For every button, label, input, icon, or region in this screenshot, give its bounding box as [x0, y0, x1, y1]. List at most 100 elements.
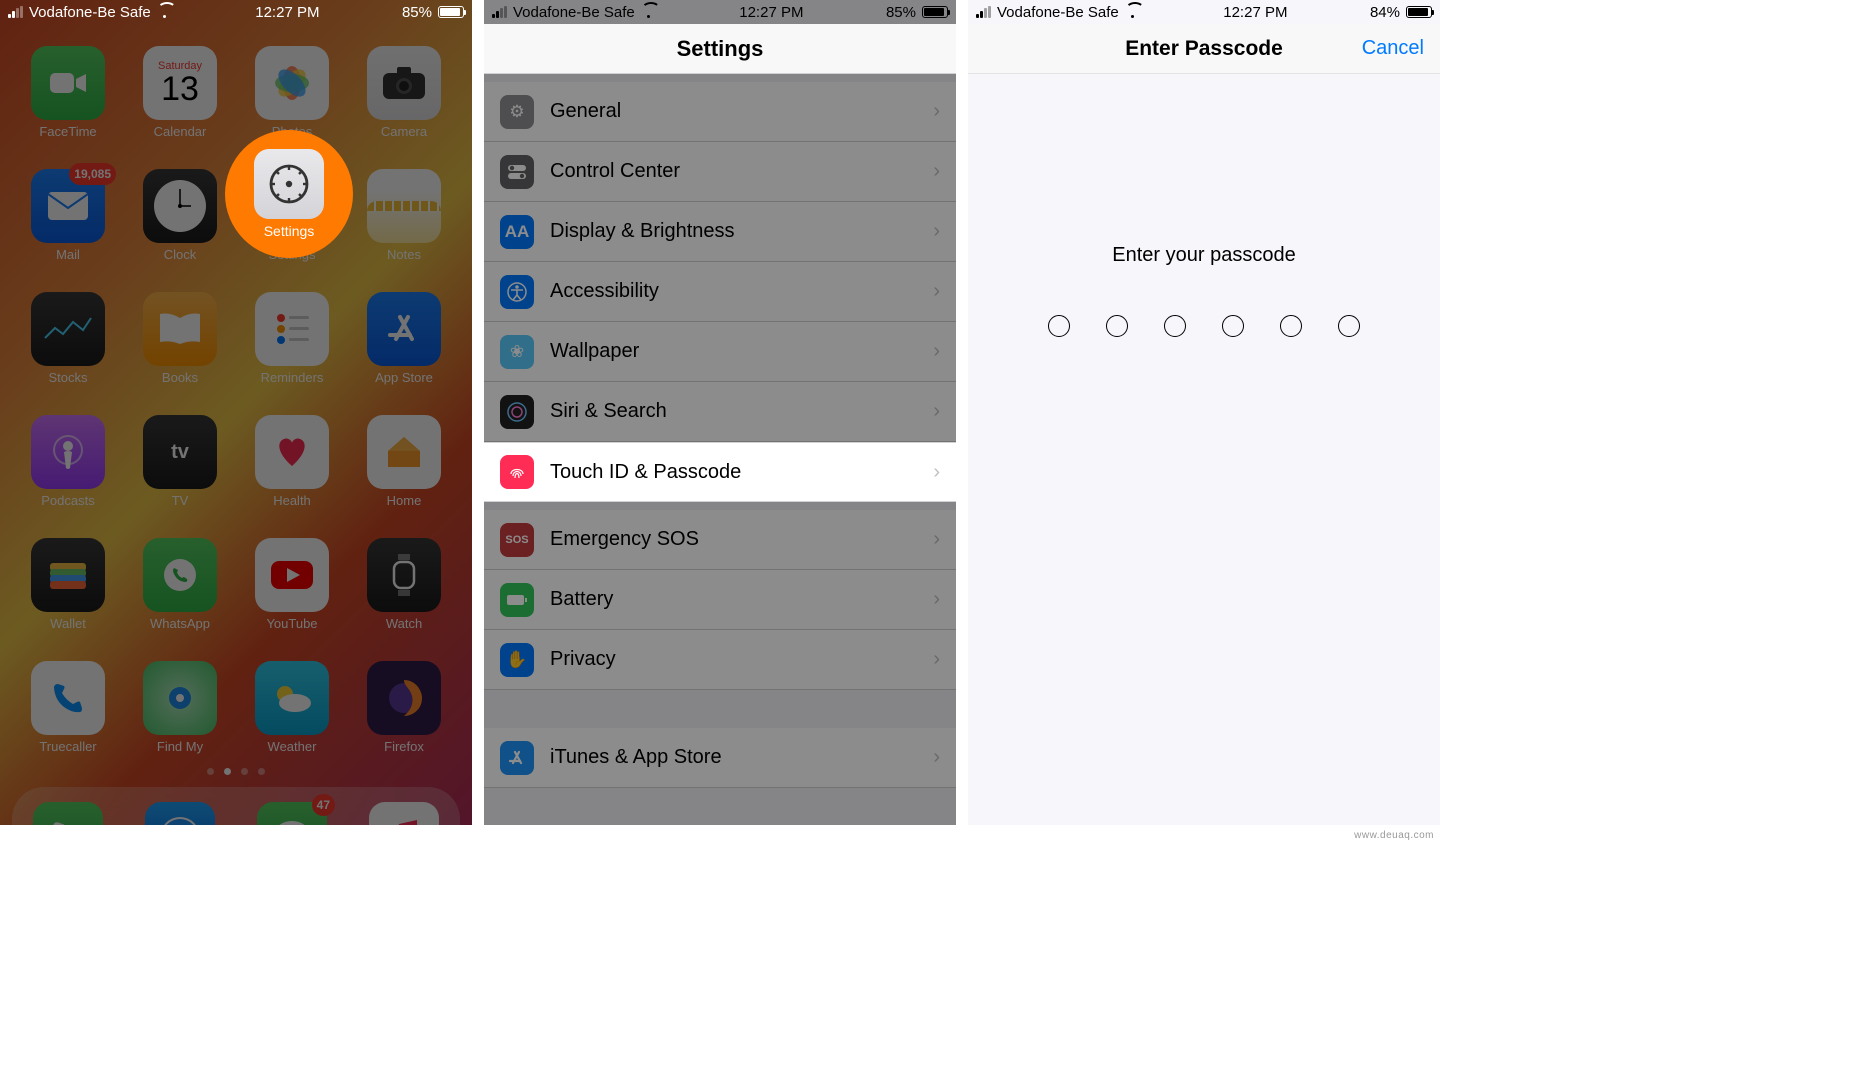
notes-icon: [367, 169, 441, 243]
gear-icon: ⚙: [500, 95, 534, 129]
row-siri[interactable]: Siri & Search›: [484, 382, 956, 442]
settings-highlight[interactable]: Settings: [225, 130, 353, 258]
sos-icon: SOS: [500, 523, 534, 557]
app-truecaller[interactable]: Truecaller: [24, 661, 112, 754]
app-tv[interactable]: tvTV: [136, 415, 224, 508]
row-privacy[interactable]: ✋Privacy›: [484, 630, 956, 690]
dock-messages[interactable]: 47: [257, 802, 327, 825]
health-icon: [255, 415, 329, 489]
settings-highlight-label: Settings: [264, 223, 315, 239]
row-label: Emergency SOS: [550, 528, 917, 551]
app-youtube[interactable]: YouTube: [248, 538, 336, 631]
row-label: Display & Brightness: [550, 220, 917, 243]
app-findmy[interactable]: Find My: [136, 661, 224, 754]
row-label: Privacy: [550, 648, 917, 671]
row-label: Battery: [550, 588, 917, 611]
app-books[interactable]: Books: [136, 292, 224, 385]
gear-icon: [254, 149, 324, 219]
signal-icon: [976, 6, 991, 18]
chevron-right-icon: ›: [933, 400, 940, 423]
app-home[interactable]: Home: [360, 415, 448, 508]
cancel-button[interactable]: Cancel: [1362, 37, 1424, 60]
app-clock[interactable]: Clock: [136, 169, 224, 262]
app-notes[interactable]: Notes: [360, 169, 448, 262]
findmy-icon: [143, 661, 217, 735]
passcode-dots: [1048, 315, 1360, 337]
app-label: Wallet: [50, 616, 86, 631]
row-label: General: [550, 100, 917, 123]
app-stocks[interactable]: Stocks: [24, 292, 112, 385]
weather-icon: [255, 661, 329, 735]
app-camera[interactable]: Camera: [360, 46, 448, 139]
app-weather[interactable]: Weather: [248, 661, 336, 754]
app-watch[interactable]: Watch: [360, 538, 448, 631]
app-calendar[interactable]: Saturday13Calendar: [136, 46, 224, 139]
fingerprint-icon: [500, 455, 534, 489]
battery-icon: [500, 583, 534, 617]
dock-music[interactable]: [369, 802, 439, 825]
dock-phone[interactable]: [33, 802, 103, 825]
app-mail[interactable]: 19,085Mail: [24, 169, 112, 262]
wifi-icon: [641, 6, 657, 18]
row-battery[interactable]: Battery ›: [484, 570, 956, 630]
battery-percent: 85%: [402, 4, 432, 21]
chevron-right-icon: ›: [933, 528, 940, 551]
app-podcasts[interactable]: Podcasts: [24, 415, 112, 508]
row-sos[interactable]: SOS Emergency SOS ›: [484, 510, 956, 570]
app-label: Firefox: [384, 739, 424, 754]
row-label: Control Center: [550, 160, 917, 183]
app-wallet[interactable]: Wallet: [24, 538, 112, 631]
passcode-dot: [1338, 315, 1360, 337]
passcode-dot: [1048, 315, 1070, 337]
app-facetime[interactable]: FaceTime: [24, 46, 112, 139]
wallpaper-icon: ❀: [500, 335, 534, 369]
tv-icon: tv: [143, 415, 217, 489]
page-indicator[interactable]: [0, 768, 472, 775]
carrier-label: Vodafone-Be Safe: [997, 4, 1119, 21]
home-icon: [367, 415, 441, 489]
app-firefox[interactable]: Firefox: [360, 661, 448, 754]
app-photos[interactable]: Photos: [248, 46, 336, 139]
app-label: App Store: [375, 370, 433, 385]
row-label: iTunes & App Store: [550, 746, 917, 769]
chevron-right-icon: ›: [933, 588, 940, 611]
battery-icon: [922, 6, 948, 18]
row-itunes[interactable]: iTunes & App Store›: [484, 728, 956, 788]
app-label: Home: [387, 493, 422, 508]
settings-title: Settings: [484, 24, 956, 74]
row-accessibility[interactable]: Accessibility›: [484, 262, 956, 322]
passcode-dot: [1164, 315, 1186, 337]
screen-passcode: Vodafone-Be Safe 12:27 PM 84% Enter Pass…: [968, 0, 1440, 825]
row-display[interactable]: AADisplay & Brightness›: [484, 202, 956, 262]
status-time: 12:27 PM: [739, 4, 803, 21]
wifi-icon: [157, 6, 173, 18]
app-appstore[interactable]: App Store: [360, 292, 448, 385]
row-wallpaper[interactable]: ❀Wallpaper›: [484, 322, 956, 382]
row-label: Accessibility: [550, 280, 917, 303]
books-icon: [143, 292, 217, 366]
row-control-center[interactable]: Control Center›: [484, 142, 956, 202]
row-general[interactable]: ⚙General›: [484, 82, 956, 142]
row-label: Touch ID & Passcode: [550, 461, 917, 484]
whatsapp-icon: [143, 538, 217, 612]
photos-icon: [255, 46, 329, 120]
app-label: Truecaller: [39, 739, 96, 754]
app-label: Reminders: [261, 370, 324, 385]
row-touchid[interactable]: Touch ID & Passcode›: [484, 442, 956, 502]
carrier-label: Vodafone-Be Safe: [29, 4, 151, 21]
battery-icon: [438, 6, 464, 18]
phone-icon: [31, 661, 105, 735]
battery-percent: 85%: [886, 4, 916, 21]
app-label: Find My: [157, 739, 203, 754]
passcode-dot: [1106, 315, 1128, 337]
app-health[interactable]: Health: [248, 415, 336, 508]
firefox-icon: [367, 661, 441, 735]
siri-icon: [500, 395, 534, 429]
app-reminders[interactable]: Reminders: [248, 292, 336, 385]
dock-safari[interactable]: [145, 802, 215, 825]
watch-icon: [367, 538, 441, 612]
battery-percent: 84%: [1370, 4, 1400, 21]
app-whatsapp[interactable]: WhatsApp: [136, 538, 224, 631]
switches-icon: [500, 155, 534, 189]
video-icon: [31, 46, 105, 120]
